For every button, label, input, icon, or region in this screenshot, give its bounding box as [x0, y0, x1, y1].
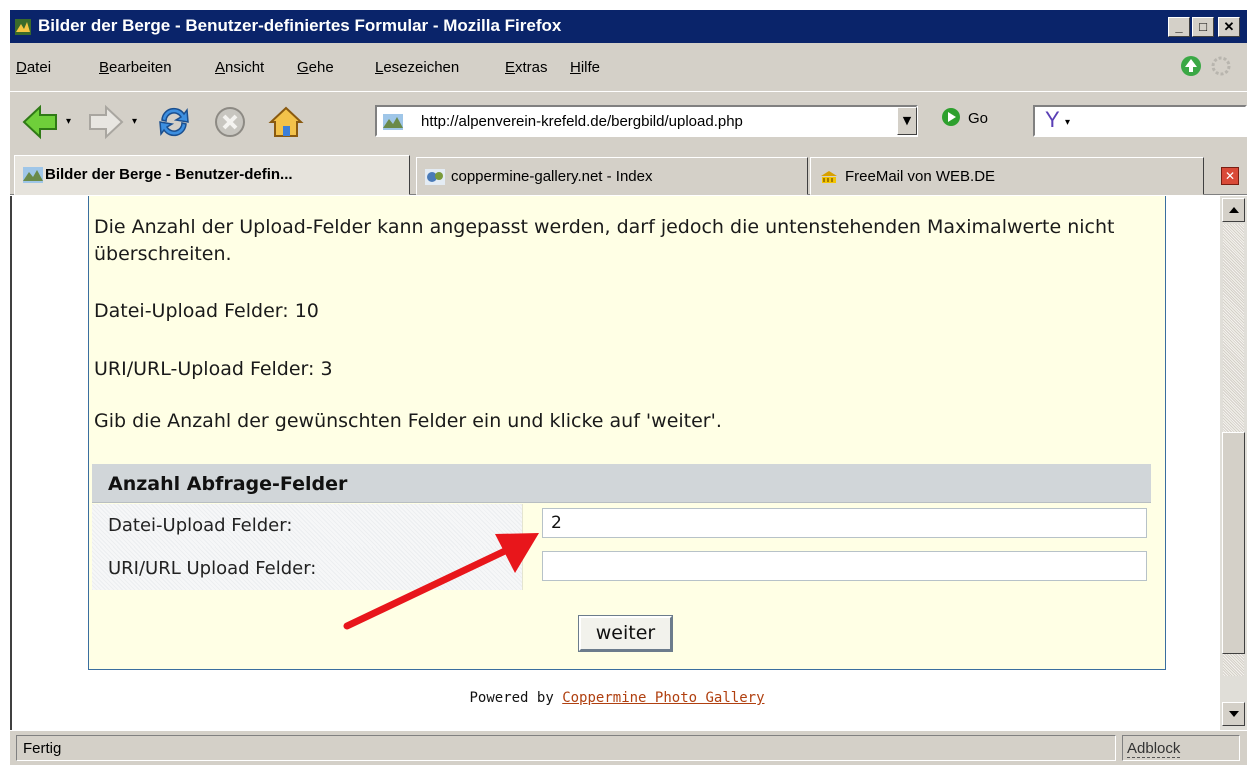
upload-form-container: Die Anzahl der Upload-Felder kann angepa…: [88, 196, 1166, 670]
menu-ansicht[interactable]: Ansicht: [215, 59, 264, 76]
reload-icon[interactable]: [154, 102, 194, 142]
scroll-down-arrow-icon: [1229, 711, 1239, 717]
window-titlebar: Bilder der Berge - Benutzer-definiertes …: [10, 10, 1247, 43]
menu-lesezeichen[interactable]: Lesezeichen: [375, 59, 459, 76]
home-icon[interactable]: [266, 102, 306, 142]
tab-bar: Bilder der Berge - Benutzer-defin... cop…: [10, 153, 1247, 195]
back-dropdown-icon[interactable]: ▾: [66, 116, 71, 127]
webde-favicon-icon: [821, 171, 837, 183]
status-bar: Fertig Adblock: [10, 730, 1247, 765]
weiter-button[interactable]: weiter: [578, 615, 673, 652]
url-text[interactable]: http://alpenverein-krefeld.de/bergbild/u…: [421, 113, 743, 130]
file-upload-limit: Datei-Upload Felder: 10: [94, 300, 319, 322]
footer-prefix: Powered by: [469, 690, 563, 706]
file-fields-input[interactable]: [542, 508, 1147, 538]
navigation-toolbar: ▾ ▾ http://alpenverein-krefeld.de/bergbi…: [10, 91, 1247, 153]
minimize-button[interactable]: _: [1168, 17, 1190, 37]
menu-bar: Datei Bearbeiten Ansicht Gehe Lesezeiche…: [10, 43, 1247, 91]
tab-label: FreeMail von WEB.DE: [845, 168, 996, 185]
form-label-cell: URI/URL Upload Felder:: [92, 547, 523, 590]
tab-freemail[interactable]: FreeMail von WEB.DE: [810, 157, 1204, 195]
uri-upload-row: URI/URL Upload Felder:: [92, 547, 1151, 590]
throbber-icon: [1211, 56, 1231, 76]
firefox-icon: [15, 19, 31, 35]
menu-datei[interactable]: Datei: [16, 59, 51, 76]
file-upload-row: Datei-Upload Felder:: [92, 504, 1151, 547]
tab-favicon-icon: [23, 167, 43, 183]
tab-label: Bilder der Berge - Benutzer-defin...: [45, 166, 293, 183]
forward-dropdown-icon[interactable]: ▾: [132, 116, 137, 127]
file-fields-label: Datei-Upload Felder:: [108, 515, 293, 536]
go-button[interactable]: Go: [942, 108, 988, 134]
stop-icon[interactable]: [210, 102, 250, 142]
menu-extras[interactable]: Extras: [505, 59, 548, 76]
tab-coppermine[interactable]: coppermine-gallery.net - Index: [416, 157, 808, 195]
coppermine-link[interactable]: Coppermine Photo Gallery: [562, 690, 764, 706]
instruction-text: Gib die Anzahl der gewünschten Felder ei…: [94, 410, 722, 432]
tab-bilder-der-berge[interactable]: Bilder der Berge - Benutzer-defin...: [14, 155, 410, 195]
scroll-up-arrow-icon: [1229, 207, 1239, 213]
search-engine-icon[interactable]: Y: [1045, 107, 1060, 133]
window-title: Bilder der Berge - Benutzer-definiertes …: [38, 16, 562, 35]
tab-label: coppermine-gallery.net - Index: [451, 168, 653, 185]
scroll-down-button[interactable]: [1222, 702, 1245, 726]
search-field[interactable]: Y ▾: [1033, 105, 1247, 137]
forward-arrow-icon[interactable]: [86, 102, 126, 142]
info-text: Die Anzahl der Upload-Felder kann angepa…: [94, 216, 1115, 265]
adblock-button[interactable]: Adblock: [1122, 735, 1240, 761]
url-dropdown-button[interactable]: ▼: [897, 107, 917, 135]
close-tab-icon[interactable]: ✕: [1221, 167, 1239, 185]
scroll-up-button[interactable]: [1222, 198, 1245, 222]
menu-bearbeiten[interactable]: Bearbeiten: [99, 59, 172, 76]
uri-upload-limit: URI/URL-Upload Felder: 3: [94, 358, 333, 380]
url-field[interactable]: http://alpenverein-krefeld.de/bergbild/u…: [375, 105, 918, 137]
fieldset-header: Anzahl Abfrage-Felder: [92, 464, 1151, 503]
maximize-button[interactable]: □: [1192, 17, 1214, 37]
site-favicon-icon: [383, 114, 403, 130]
menu-hilfe[interactable]: Hilfe: [570, 59, 600, 76]
uri-fields-input[interactable]: [542, 551, 1147, 581]
close-window-button[interactable]: ✕: [1218, 17, 1240, 37]
go-icon: [942, 108, 960, 126]
adblock-label: Adblock: [1127, 740, 1181, 758]
menu-gehe[interactable]: Gehe: [297, 59, 334, 76]
form-label-cell: Datei-Upload Felder:: [92, 504, 523, 547]
uri-fields-label: URI/URL Upload Felder:: [108, 558, 317, 579]
footer: Powered by Coppermine Photo Gallery: [12, 690, 1222, 706]
back-arrow-icon[interactable]: [20, 102, 60, 142]
vertical-scrollbar[interactable]: [1220, 196, 1247, 730]
coppermine-favicon-icon: [425, 169, 445, 185]
go-label: Go: [968, 110, 989, 127]
status-text: Fertig: [16, 735, 1116, 761]
scroll-thumb[interactable]: [1222, 432, 1245, 654]
update-icon[interactable]: [1180, 55, 1202, 77]
page-viewport: Die Anzahl der Upload-Felder kann angepa…: [10, 196, 1220, 730]
fieldset-title: Anzahl Abfrage-Felder: [108, 473, 348, 495]
search-engine-dropdown-icon[interactable]: ▾: [1065, 117, 1070, 128]
